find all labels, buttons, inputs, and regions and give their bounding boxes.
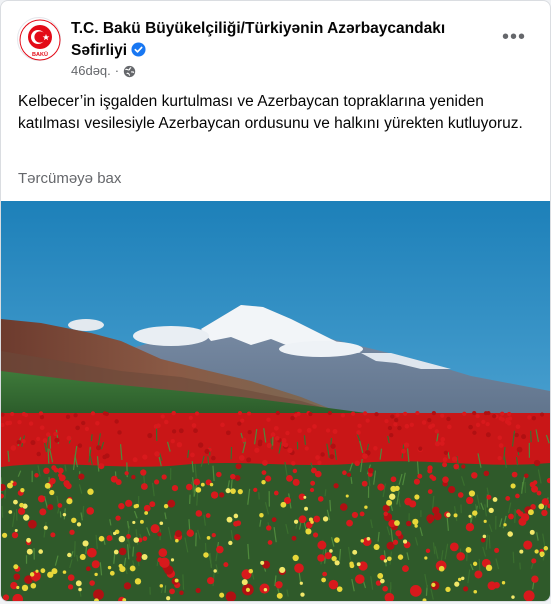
post-timestamp[interactable]: 46dəq. xyxy=(71,63,111,79)
post-meta: 46dəq. · xyxy=(71,63,136,79)
more-options-icon: ••• xyxy=(501,25,526,48)
mountain-poppy-field-image xyxy=(1,201,550,601)
post-text: Kelbecer’in işgalden kurtulması ve Azerb… xyxy=(18,93,523,132)
page-name[interactable]: T.C. Bakü Büyükelçiliği/Türkiyənin Azərb… xyxy=(71,20,445,59)
page-name-link[interactable]: T.C. Bakü Büyükelçiliği/Türkiyənin Azərb… xyxy=(71,18,471,62)
post-photo[interactable] xyxy=(1,201,550,601)
globe-icon[interactable] xyxy=(123,65,136,78)
post-header: BAKÜ T.C. Bakü Büyükelçiliği/Türkiyənin … xyxy=(1,1,550,85)
more-options-button[interactable]: ••• xyxy=(500,25,528,48)
embassy-emblem-icon: BAKÜ xyxy=(19,19,61,61)
verified-badge-icon xyxy=(131,42,146,57)
page-avatar[interactable]: BAKÜ xyxy=(17,17,61,61)
avatar-caption: BAKÜ xyxy=(32,51,48,58)
see-translation-link[interactable]: Tərcüməyə bax xyxy=(18,169,121,189)
meta-separator: · xyxy=(114,63,120,78)
post-card: BAKÜ T.C. Bakü Büyükelçiliği/Türkiyənin … xyxy=(0,0,551,602)
